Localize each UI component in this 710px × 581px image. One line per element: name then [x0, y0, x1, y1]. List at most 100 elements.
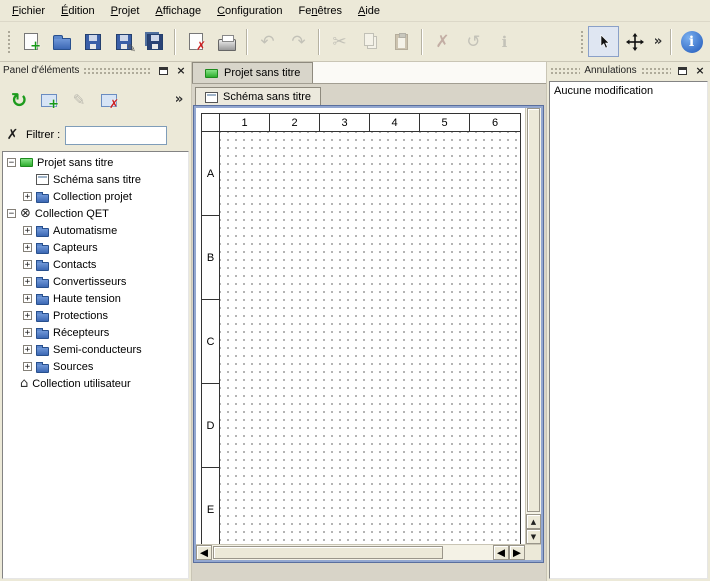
- clear-filter-icon[interactable]: [4, 128, 21, 143]
- expand-expander-icon[interactable]: [23, 260, 32, 269]
- ruler-row-label: D: [202, 384, 220, 468]
- expand-expander-icon[interactable]: [23, 311, 32, 320]
- tree-item-label: Schéma sans titre: [53, 174, 141, 186]
- tree-item-label: Capteurs: [53, 242, 98, 254]
- tab-projet-sans-titre[interactable]: Projet sans titre: [192, 62, 313, 83]
- horizontal-scroll-track[interactable]: [212, 545, 493, 560]
- new-project-button[interactable]: [15, 26, 46, 57]
- undo-history-list[interactable]: Aucune modification: [549, 81, 708, 579]
- delete-element-button[interactable]: [94, 85, 124, 115]
- collapse-expander-icon[interactable]: [7, 158, 16, 167]
- dock-grip[interactable]: [83, 67, 152, 75]
- diagram-canvas[interactable]: 1 2 3 4 5 6 A B C D E: [196, 108, 525, 544]
- toolbar-separator: [246, 29, 248, 55]
- scroll-down-button[interactable]: [526, 529, 541, 544]
- toolbar-grip[interactable]: [6, 29, 12, 55]
- expand-expander-icon[interactable]: [23, 294, 32, 303]
- tree-item-label: Contacts: [53, 259, 96, 271]
- close-panel-button[interactable]: [693, 64, 707, 77]
- tree-item-contacts[interactable]: Contacts: [3, 256, 188, 273]
- tree-item-protections[interactable]: Protections: [3, 307, 188, 324]
- save-as-button[interactable]: [108, 26, 139, 57]
- collapse-expander-icon[interactable]: [7, 209, 16, 218]
- tree-item-capteurs[interactable]: Capteurs: [3, 239, 188, 256]
- elements-panel-toolbar: »: [0, 79, 191, 121]
- tree-item-convertisseurs[interactable]: Convertisseurs: [3, 273, 188, 290]
- tree-item-projet-sans-titre[interactable]: Projet sans titre: [3, 154, 188, 171]
- dock-grip[interactable]: [550, 67, 580, 75]
- project-area: Projet sans titre Schéma sans titre: [192, 62, 546, 581]
- tree-item-haute-tension[interactable]: Haute tension: [3, 290, 188, 307]
- expand-expander-icon[interactable]: [23, 243, 32, 252]
- expand-expander-icon[interactable]: [23, 192, 32, 201]
- expand-expander-icon[interactable]: [23, 277, 32, 286]
- tree-item-collection-qet[interactable]: Collection QET: [3, 205, 188, 222]
- menubar: Fichier Édition Projet Affichage Configu…: [0, 0, 710, 22]
- selection-mode-button[interactable]: [588, 26, 619, 57]
- menu-edition[interactable]: Édition: [53, 2, 103, 20]
- tree-item-recepteurs[interactable]: Récepteurs: [3, 324, 188, 341]
- application-window: Fichier Édition Projet Affichage Configu…: [0, 0, 710, 581]
- vertical-scroll-thumb[interactable]: [527, 108, 540, 512]
- close-panel-button[interactable]: [174, 64, 188, 77]
- tree-item-sources[interactable]: Sources: [3, 358, 188, 375]
- vertical-scroll-track[interactable]: [526, 108, 541, 514]
- new-element-button[interactable]: [34, 85, 64, 115]
- expand-expander-icon[interactable]: [23, 328, 32, 337]
- tree-item-automatisme[interactable]: Automatisme: [3, 222, 188, 239]
- toolbar-grip[interactable]: [579, 29, 585, 55]
- open-project-button[interactable]: [46, 26, 77, 57]
- expand-expander-icon[interactable]: [23, 226, 32, 235]
- tree-item-label: Collection QET: [35, 208, 109, 220]
- dock-grip[interactable]: [641, 67, 671, 75]
- scroll-right-button[interactable]: [509, 545, 525, 560]
- tree-item-semi-conducteurs[interactable]: Semi-conducteurs: [3, 341, 188, 358]
- elements-panel-titlebar: Panel d'éléments: [0, 62, 191, 79]
- filter-input[interactable]: [65, 126, 167, 145]
- print-button[interactable]: [211, 26, 242, 57]
- menu-fichier[interactable]: Fichier: [4, 2, 53, 20]
- float-panel-button[interactable]: [675, 64, 689, 77]
- rotate-arrow-icon: [466, 32, 480, 52]
- menu-affichage[interactable]: Affichage: [147, 2, 209, 20]
- expand-expander-icon[interactable]: [23, 345, 32, 354]
- grid-dots-canvas[interactable]: [220, 132, 520, 544]
- ruler-column-label: 2: [270, 114, 320, 132]
- scroll-left-button-2[interactable]: [493, 545, 509, 560]
- tree-item-collection-projet[interactable]: Collection projet: [3, 188, 188, 205]
- menu-fenetres[interactable]: Fenêtres: [291, 2, 350, 20]
- horizontal-scroll-thumb[interactable]: [213, 546, 443, 559]
- close-icon: [176, 64, 185, 77]
- tree-item-label: Protections: [53, 310, 108, 322]
- floppy-icon: [85, 34, 101, 50]
- close-project-button[interactable]: [180, 26, 211, 57]
- save-all-button[interactable]: [139, 26, 170, 57]
- help-about-button[interactable]: [676, 26, 707, 57]
- scroll-left-button[interactable]: [196, 545, 212, 560]
- expand-expander-icon[interactable]: [23, 362, 32, 371]
- tree-item-schema-sans-titre[interactable]: Schéma sans titre: [3, 171, 188, 188]
- close-icon: [695, 64, 704, 77]
- save-button[interactable]: [77, 26, 108, 57]
- pan-mode-button[interactable]: [619, 26, 650, 57]
- toolbar-overflow-button[interactable]: »: [650, 29, 666, 55]
- tab-schema-sans-titre[interactable]: Schéma sans titre: [195, 87, 321, 106]
- schema-tab-label: Schéma sans titre: [223, 91, 311, 103]
- horizontal-scrollbar[interactable]: [196, 545, 525, 560]
- float-icon: [678, 67, 687, 75]
- vertical-scrollbar[interactable]: [525, 108, 541, 544]
- red-cross-badge-icon: [109, 98, 119, 110]
- schema-view-area: 1 2 3 4 5 6 A B C D E: [196, 108, 541, 544]
- scroll-up-button[interactable]: [526, 514, 541, 529]
- reload-collections-button[interactable]: [4, 85, 34, 115]
- pencil-badge-icon: [127, 43, 136, 54]
- menu-configuration[interactable]: Configuration: [209, 2, 290, 20]
- menu-aide[interactable]: Aide: [350, 2, 388, 20]
- tree-item-label: Récepteurs: [53, 327, 109, 339]
- float-panel-button[interactable]: [156, 64, 170, 77]
- project-tab-label: Projet sans titre: [224, 67, 300, 79]
- menu-projet[interactable]: Projet: [103, 2, 148, 20]
- ruler-column-label: 4: [370, 114, 420, 132]
- tree-item-collection-utilisateur[interactable]: Collection utilisateur: [3, 375, 188, 392]
- panel-overflow-button[interactable]: »: [171, 87, 187, 113]
